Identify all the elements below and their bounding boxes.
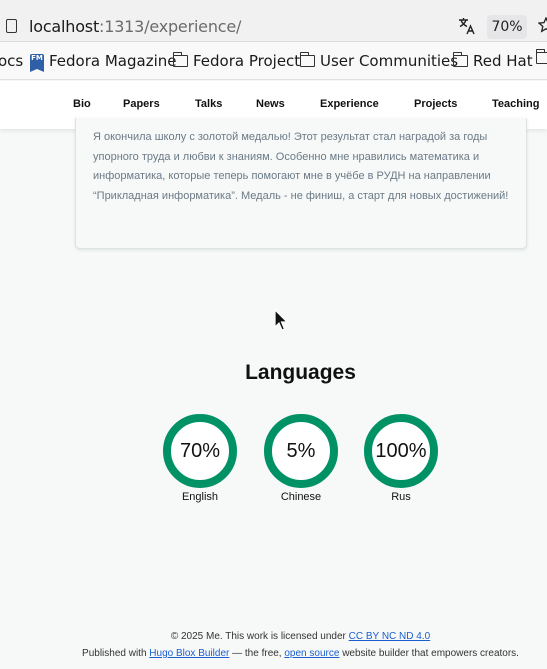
mouse-cursor-icon [274,309,288,331]
nav-experience[interactable]: Experience [320,98,379,110]
bookmark-fedora-magazine[interactable]: FM Fedora Magazine [30,52,177,72]
footer-suffix-text: website builder that empowers creators. [339,648,519,659]
language-gauge-rus: 100% [364,414,438,488]
folder-icon [535,49,547,64]
languages-heading: Languages [245,361,356,384]
bookmark-user-communities[interactable]: User Communities [299,52,459,70]
bookmark-label: Fedora Project [193,52,301,70]
nav-bio[interactable]: Bio [73,98,91,110]
footer-published-text: Published with [82,648,150,659]
footer-license-text: © 2025 Me. This work is licensed under [170,631,349,642]
experience-card: Я окончила школу с золотой медалью! Этот… [75,118,527,249]
bookmark-docs[interactable]: ocs [0,52,23,70]
nav-talks[interactable]: Talks [195,98,222,110]
hugo-blox-link[interactable]: Hugo Blox Builder [149,648,229,659]
star-icon[interactable] [538,17,547,33]
language-label-rus: Rus [391,491,411,503]
translate-icon[interactable] [458,17,476,35]
footer-license: © 2025 Me. This work is licensed under C… [0,631,547,642]
fedora-magazine-icon: FM [30,53,44,72]
footer-middle-text: — the free, [229,648,285,659]
browser-url-bar[interactable]: localhost:1313/experience/ 70% [0,0,547,42]
nav-news[interactable]: News [256,98,285,110]
bookmark-red-hat[interactable]: Red Hat [452,52,533,70]
bookmark-label: User Communities [320,52,459,70]
bookmarks-bar: ocs FM Fedora Magazine Fedora Project Us… [0,42,547,80]
address-field[interactable]: localhost:1313/experience/ [29,17,241,36]
folder-icon [299,52,315,67]
footer-published: Published with Hugo Blox Builder — the f… [0,648,547,659]
zoom-level-button[interactable]: 70% [487,15,527,39]
nav-teaching[interactable]: Teaching [492,98,539,110]
language-gauge-english: 70% [163,414,237,488]
bookmark-label: ocs [0,52,24,70]
language-label-chinese: Chinese [280,491,322,503]
language-label-english: English [181,491,219,503]
url-path: :1313/experience/ [99,17,242,36]
language-gauge-chinese: 5% [264,414,338,488]
bookmark-label: Red Hat [473,52,533,70]
nav-papers[interactable]: Papers [123,98,160,110]
bookmark-overflow[interactable] [535,49,547,64]
url-host: localhost [29,17,100,36]
folder-icon [172,52,188,67]
bookmark-fedora-project[interactable]: Fedora Project [172,52,301,70]
nav-projects[interactable]: Projects [414,98,457,110]
folder-icon [452,52,468,67]
page-icon [6,19,17,33]
bookmark-label: Fedora Magazine [49,52,177,70]
open-source-link[interactable]: open source [284,648,339,659]
experience-description: Я окончила школу с золотой медалью! Этот… [93,131,509,203]
license-link[interactable]: CC BY NC ND 4.0 [349,631,431,642]
